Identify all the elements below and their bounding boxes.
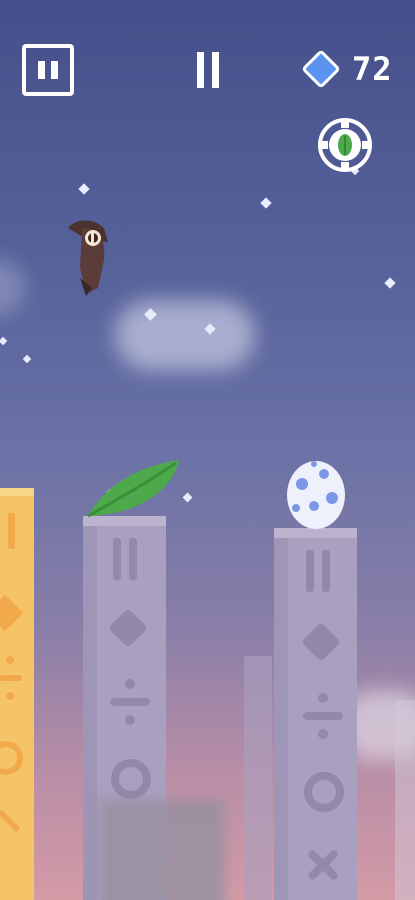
bird-character: [68, 220, 108, 296]
star: [384, 277, 396, 289]
gem-counter: 72: [352, 50, 393, 88]
leaf-badge-icon[interactable]: [318, 118, 372, 172]
pause-bar: [197, 52, 204, 88]
foreground-blur-block: [100, 800, 225, 900]
pause-indicator[interactable]: [197, 52, 221, 88]
diamond-gem-icon: [301, 49, 341, 89]
stone-pillar: [274, 528, 357, 900]
cloud: [0, 260, 25, 315]
cloud: [115, 300, 255, 370]
pause-bar: [38, 61, 45, 79]
background-pillar: [244, 656, 272, 900]
star: [182, 492, 193, 503]
star: [78, 183, 90, 195]
pause-bar: [51, 61, 58, 79]
pause-button[interactable]: [22, 44, 74, 96]
pause-bar: [212, 52, 219, 88]
game-scene[interactable]: 72: [0, 0, 415, 900]
background-pillar: [395, 700, 415, 900]
star: [22, 354, 32, 364]
star: [260, 197, 272, 209]
egg-pickup[interactable]: [284, 456, 348, 530]
leaf-pickup[interactable]: [84, 456, 184, 520]
yellow-pillar: [0, 488, 34, 900]
star: [0, 336, 8, 346]
